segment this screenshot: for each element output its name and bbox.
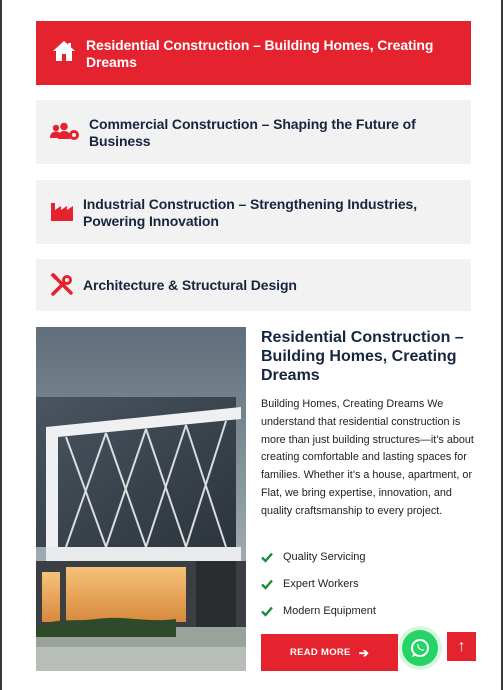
tab-architecture-design[interactable]: Architecture & Structural Design [36,259,471,311]
whatsapp-icon [411,639,429,657]
whatsapp-button[interactable] [402,630,438,666]
feature-label: Modern Equipment [283,604,376,617]
tab-label: Industrial Construction – Strengthening … [83,196,418,229]
tab-label: Commercial Construction – Shaping the Fu… [89,116,416,149]
window-border-left [0,0,2,690]
home-icon [53,41,75,61]
content-title: Residential Construction – Building Home… [261,329,464,384]
residential-building-photo [36,327,246,671]
content-description: Building Homes, Creating Dreams We under… [261,398,474,517]
tab-residential-construction[interactable]: Residential Construction – Building Home… [36,21,471,85]
check-icon [261,552,273,563]
tab-commercial-construction[interactable]: Commercial Construction – Shaping the Fu… [36,100,471,164]
read-more-button[interactable]: READ MORE ➔ [261,634,398,671]
feature-label: Quality Servicing [283,550,366,563]
list-item: Expert Workers [261,570,376,597]
users-gear-icon [50,122,79,140]
feature-label: Expert Workers [283,577,359,590]
tab-label: Architecture & Structural Design [83,277,297,293]
tools-icon [50,273,73,296]
check-icon [261,606,273,617]
arrow-right-icon: ➔ [358,645,370,660]
scroll-to-top-button[interactable]: ↑ [447,632,476,661]
check-icon [261,579,273,590]
list-item: Modern Equipment [261,597,376,624]
list-item: Quality Servicing [261,543,376,570]
tab-label: Residential Construction – Building Home… [86,37,434,70]
tab-industrial-construction[interactable]: Industrial Construction – Strengthening … [36,180,471,244]
read-more-label: READ MORE [289,647,351,658]
feature-list: Quality Servicing Expert Workers Modern … [261,543,376,624]
arrow-up-icon: ↑ [457,637,466,655]
factory-icon [51,203,73,221]
